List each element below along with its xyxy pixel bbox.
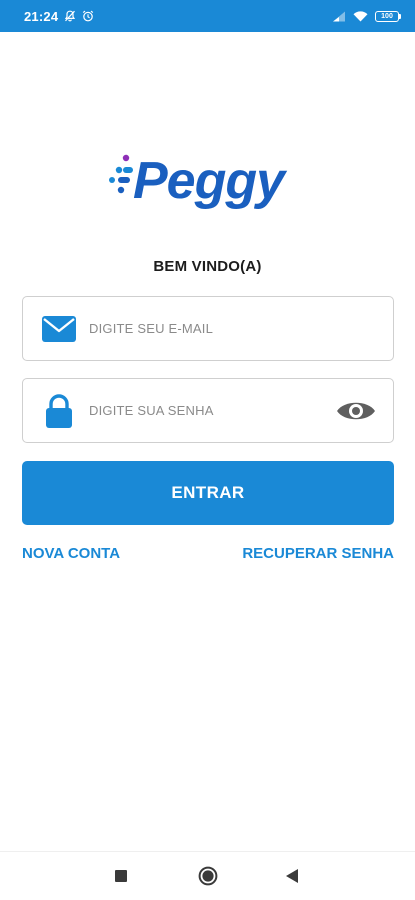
status-right: 100 bbox=[332, 10, 401, 22]
password-input[interactable] bbox=[89, 379, 329, 442]
status-bar: 21:24 100 bbox=[0, 0, 415, 32]
logo-text: Peggy bbox=[133, 152, 288, 210]
battery-icon: 100 bbox=[375, 10, 401, 22]
eye-icon[interactable] bbox=[336, 398, 376, 424]
circle-icon[interactable] bbox=[198, 866, 218, 886]
email-field[interactable] bbox=[22, 296, 394, 361]
triangle-back-icon[interactable] bbox=[285, 868, 299, 884]
new-account-link[interactable]: NOVA CONTA bbox=[22, 545, 120, 562]
signal-icon bbox=[332, 11, 346, 22]
welcome-title: BEM VINDO(A) bbox=[153, 258, 262, 275]
login-screen: 21:24 100 Peggy BEM VINDO(A) DIGITE SEU … bbox=[0, 0, 415, 900]
battery-level: 100 bbox=[375, 10, 399, 22]
notification-muted-icon bbox=[64, 10, 76, 22]
battery-tip bbox=[399, 13, 401, 19]
lock-icon bbox=[45, 393, 73, 428]
envelope-icon bbox=[41, 315, 77, 343]
square-icon[interactable] bbox=[114, 869, 128, 883]
alarm-icon bbox=[82, 10, 94, 22]
wifi-icon bbox=[353, 10, 368, 22]
navigation-bar bbox=[0, 851, 415, 900]
login-button[interactable]: ENTRAR bbox=[22, 461, 394, 525]
peggy-logo: Peggy bbox=[109, 150, 309, 220]
password-field[interactable] bbox=[22, 378, 394, 443]
status-left: 21:24 bbox=[24, 9, 94, 24]
email-input[interactable] bbox=[89, 297, 329, 360]
recover-password-link[interactable]: RECUPERAR SENHA bbox=[242, 545, 394, 562]
status-time: 21:24 bbox=[24, 8, 59, 24]
